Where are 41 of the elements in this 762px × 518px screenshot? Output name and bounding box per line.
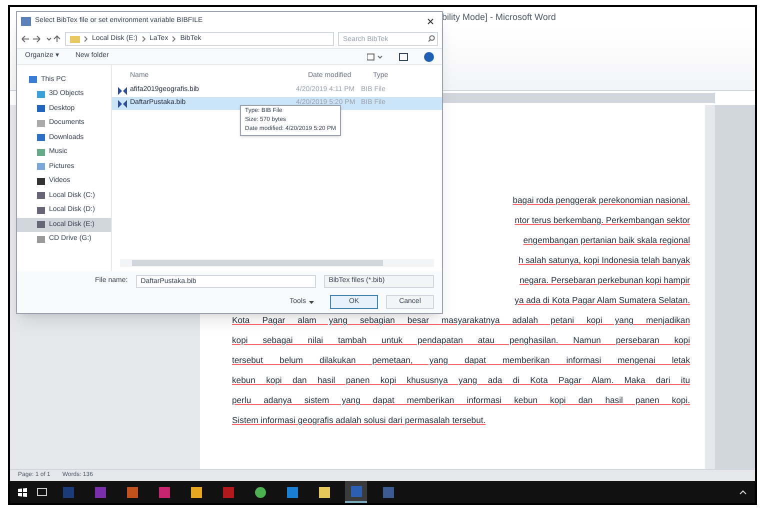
document-text-line: Sistem informasi geografis adalah solusi dari permasalah tersebut. — [232, 414, 487, 427]
app-icon — [286, 486, 298, 498]
task-view-icon[interactable] — [37, 488, 47, 496]
document-text-line: perlu adanya sistem yang dapat memberikan informasi kebun kopi dan hasil panen kopi. — [232, 394, 690, 407]
document-text-line: engembangan pertanian baik skala regional — [522, 234, 690, 247]
app-icon — [158, 486, 170, 498]
preview-pane-icon[interactable] — [399, 52, 408, 60]
app-icon — [21, 16, 31, 26]
document-text-line: bagai roda penggerak perekonomian nasional. — [512, 194, 690, 207]
app-icon — [382, 486, 394, 498]
app-icon — [62, 486, 74, 498]
document-text-line: kebun kopi dan hasil panen kopi khususnya yang ada di Kota Pagar Alam. Maka dari itu — [232, 374, 690, 387]
file-icon — [118, 86, 127, 94]
scrollbar-thumb[interactable] — [132, 260, 384, 266]
app-icon — [254, 486, 266, 498]
app-icon — [350, 486, 362, 496]
chevron-right-icon — [172, 36, 176, 42]
document-text-line: negara. Persebaran perkebunan kopi hampir — [518, 274, 690, 287]
help-icon[interactable] — [424, 52, 434, 62]
document-text-line: h salah satunya, kopi Indonesia telah banyak — [517, 254, 690, 267]
view-options-icon[interactable] — [367, 52, 383, 60]
search-icon — [428, 35, 435, 42]
app-icon — [126, 486, 138, 498]
document-text-line: kopi sebagai nilai tambah untuk pendapatan atau penghasilan. Namun persebaran kopi — [232, 334, 690, 347]
windows-start-icon[interactable] — [18, 488, 27, 496]
document-text-line: Kota Pagar alam yang sebagian besar masyarakatnya adalah petani kopi yang menjadikan — [232, 314, 690, 327]
document-text-line: tersebut belum dilakukan pemetaan, yang dapat memberikan informasi mengenai letak — [232, 354, 690, 367]
app-icon — [318, 486, 330, 498]
horizontal-scrollbar[interactable] — [120, 259, 434, 267]
document-text-line: ya ada di Kota Pagar Alam Sumatera Selatan. — [514, 294, 690, 307]
app-icon — [222, 486, 234, 498]
close-icon — [427, 18, 434, 24]
chevron-right-icon — [84, 36, 88, 42]
navigation-arrows-icon[interactable] — [21, 35, 61, 43]
app-icon — [94, 486, 106, 498]
chevron-up-icon[interactable] — [739, 490, 747, 494]
document-text-line: ntor terus berkembang. Perkembangan sektor — [514, 214, 690, 227]
chevron-right-icon — [142, 36, 146, 42]
caret-icon — [309, 300, 314, 304]
file-icon — [118, 100, 127, 108]
app-icon — [190, 486, 202, 498]
